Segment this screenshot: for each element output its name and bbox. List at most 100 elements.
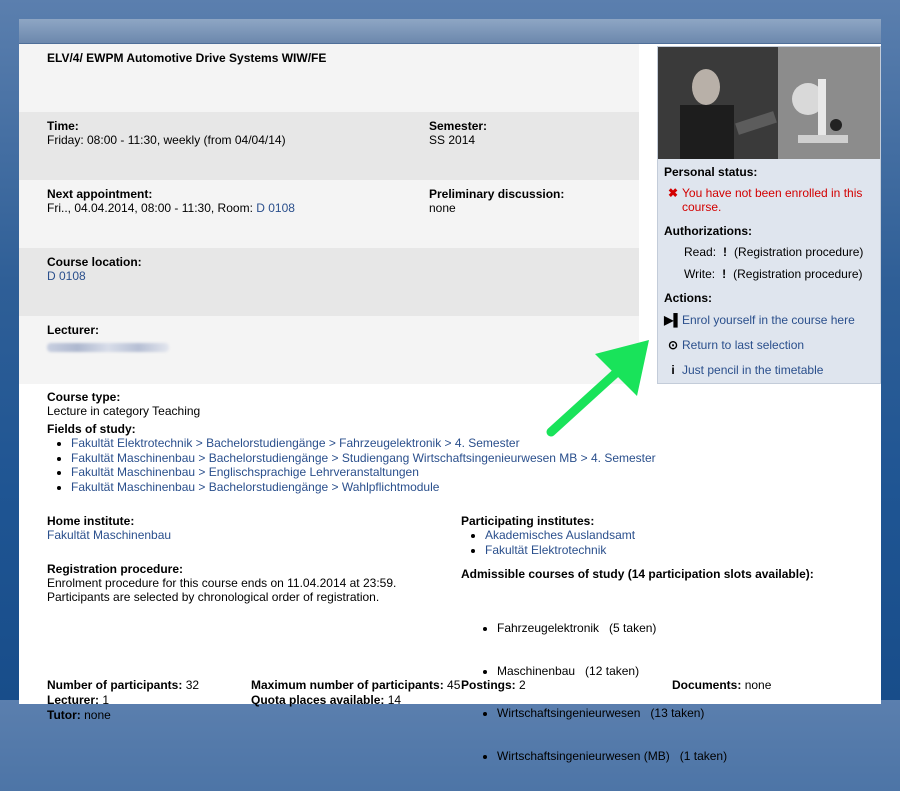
personal-status-label: Personal status: (664, 165, 758, 179)
institute-link[interactable]: Akademisches Auslandsamt (485, 528, 635, 542)
location-link[interactable]: D 0108 (47, 269, 86, 283)
lecturer-count-value: 1 (102, 693, 110, 707)
pencil-action[interactable]: i Just pencil in the timetable (658, 361, 880, 379)
enter-door-icon: ▶▌ (664, 313, 682, 327)
status-sidebar: Personal status: ✖ You have not been enr… (657, 46, 881, 384)
fields-list: Fakultät Elektrotechnik > Bachelorstudie… (47, 436, 867, 494)
list-item: Fahrzeugelektronik (5 taken) (497, 621, 814, 636)
home-institute: Home institute: Fakultät Maschinenbau (47, 514, 171, 542)
time-value: Friday: 08:00 - 11:30, weekly (from 04/0… (47, 133, 286, 147)
list-item: Fakultät Maschinenbau > Bachelorstudieng… (71, 451, 867, 466)
list-item: Fakultät Maschinenbau > Englischsprachig… (71, 465, 867, 480)
next-appointment-row: Next appointment: Fri.., 04.04.2014, 08:… (19, 180, 639, 248)
course-info-table: ELV/4/ EWPM Automotive Drive Systems WIW… (19, 44, 639, 384)
postings-stats: Postings: 2 (461, 678, 526, 692)
field-link[interactable]: Fakultät Maschinenbau > Bachelorstudieng… (71, 480, 439, 494)
postings-label: Postings: (461, 678, 516, 692)
time-label: Time: (47, 119, 79, 133)
registration-label: Registration procedure: (47, 562, 184, 576)
semester-block: Semester: SS 2014 (429, 119, 487, 147)
course-title: ELV/4/ EWPM Automotive Drive Systems WIW… (47, 51, 327, 65)
read-value: (Registration procedure) (734, 245, 864, 259)
write-value: (Registration procedure) (733, 267, 863, 281)
participants-label: Number of participants: (47, 678, 183, 692)
list-item: Maschinenbau (12 taken) (497, 664, 814, 679)
exclamation-icon: ! (722, 267, 727, 281)
preliminary-label: Preliminary discussion: (429, 187, 565, 201)
location-row: Course location: D 0108 (19, 248, 639, 316)
participating-label: Participating institutes: (461, 514, 595, 528)
preliminary-block: Preliminary discussion: none (429, 187, 564, 215)
pencil-link[interactable]: Just pencil in the timetable (682, 363, 823, 377)
tutor-label: Tutor: (47, 708, 81, 722)
semester-label: Semester: (429, 119, 488, 133)
course-photo (658, 47, 880, 159)
lecturer-photo-illustration (658, 47, 880, 159)
info-icon: i (671, 363, 675, 377)
enrolment-status: ✖ You have not been enrolled in this cou… (658, 184, 880, 216)
window-title-bar (19, 19, 881, 44)
return-action[interactable]: ⊙ Return to last selection (658, 336, 880, 354)
exclamation-icon: ! (723, 245, 728, 259)
course-type-label: Course type: (47, 390, 121, 404)
authorizations-label: Authorizations: (664, 224, 752, 238)
admissible-label: Admissible courses of study (14 particip… (461, 567, 814, 581)
room-link[interactable]: D 0108 (256, 201, 295, 215)
green-arrow-annotation (546, 340, 649, 437)
participating-list: Akademisches Auslandsamt Fakultät Elektr… (461, 528, 635, 557)
documents-stats: Documents: none (672, 678, 771, 692)
participants-value: 32 (185, 678, 200, 692)
registration-line-1: Enrolment procedure for this course ends… (47, 576, 397, 590)
lecturer-name-blurred[interactable] (47, 343, 169, 352)
lecturer-label: Lecturer: (47, 323, 100, 337)
list-item: Fakultät Elektrotechnik > Bachelorstudie… (71, 436, 867, 451)
list-item: Fakultät Elektrotechnik (485, 543, 635, 558)
institute-link[interactable]: Fakultät Elektrotechnik (485, 543, 606, 557)
registration-section: Registration procedure: Enrolment proced… (47, 562, 867, 763)
max-value: 45 (447, 678, 461, 692)
quota-value: 14 (387, 693, 402, 707)
location-label: Course location: (47, 255, 142, 269)
documents-label: Documents: (672, 678, 742, 692)
field-link[interactable]: Fakultät Maschinenbau > Bachelorstudieng… (71, 451, 656, 465)
list-item: Akademisches Auslandsamt (485, 528, 635, 543)
time-row: Time: Friday: 08:00 - 11:30, weekly (fro… (19, 112, 639, 180)
registration-procedure: Registration procedure: Enrolment proced… (47, 562, 396, 604)
registration-line-2: Participants are selected by chronologic… (47, 590, 380, 604)
course-details-window: ELV/4/ EWPM Automotive Drive Systems WIW… (19, 44, 881, 763)
not-enrolled-text: You have not been enrolled in this cours… (682, 186, 863, 214)
cross-icon: ✖ (667, 186, 679, 200)
fields-label: Fields of study: (47, 422, 136, 436)
course-details: Course type: Lecture in category Teachin… (47, 390, 867, 763)
read-label: Read: (684, 245, 717, 259)
statistics-section: Number of participants: 32 Lecturer: 1 T… (47, 678, 867, 726)
home-institute-label: Home institute: (47, 514, 135, 528)
documents-value: none (744, 678, 772, 692)
quota-label: Quota places available: (251, 693, 385, 707)
participating-institutes: Participating institutes: Akademisches A… (461, 514, 635, 557)
home-institute-link[interactable]: Fakultät Maschinenbau (47, 528, 171, 542)
postings-value: 2 (519, 678, 526, 692)
lecturer-count-label: Lecturer: (47, 693, 100, 707)
field-link[interactable]: Fakultät Maschinenbau > Englischsprachig… (71, 465, 419, 479)
actions-label: Actions: (664, 291, 712, 305)
participants-stats: Number of participants: 32 Lecturer: 1 T… (47, 678, 199, 723)
max-label: Maximum number of participants: (251, 678, 444, 692)
field-link[interactable]: Fakultät Elektrotechnik > Bachelorstudie… (71, 436, 520, 450)
list-item: Wirtschaftsingenieurwesen (MB) (1 taken) (497, 749, 814, 764)
read-authorization: Read: ! (Registration procedure) (658, 243, 880, 261)
enrol-link[interactable]: Enrol yourself in the course here (682, 313, 855, 327)
write-authorization: Write: ! (Registration procedure) (658, 265, 880, 283)
semester-value: SS 2014 (429, 133, 476, 147)
circle-arrow-icon: ⊙ (667, 338, 679, 352)
course-title-row: ELV/4/ EWPM Automotive Drive Systems WIW… (19, 44, 639, 112)
write-label: Write: (684, 267, 716, 281)
enrol-action[interactable]: ▶▌ Enrol yourself in the course here (658, 311, 880, 329)
course-type-value: Lecture in category Teaching (47, 404, 201, 418)
capacity-stats: Maximum number of participants: 45 Quota… (251, 678, 460, 708)
next-appointment-text: Fri.., 04.04.2014, 08:00 - 11:30, Room: (47, 201, 257, 215)
preliminary-value: none (429, 201, 456, 215)
institutes-section: Home institute: Fakultät Maschinenbau Pa… (47, 514, 867, 562)
tutor-value: none (84, 708, 111, 722)
return-link[interactable]: Return to last selection (682, 338, 804, 352)
